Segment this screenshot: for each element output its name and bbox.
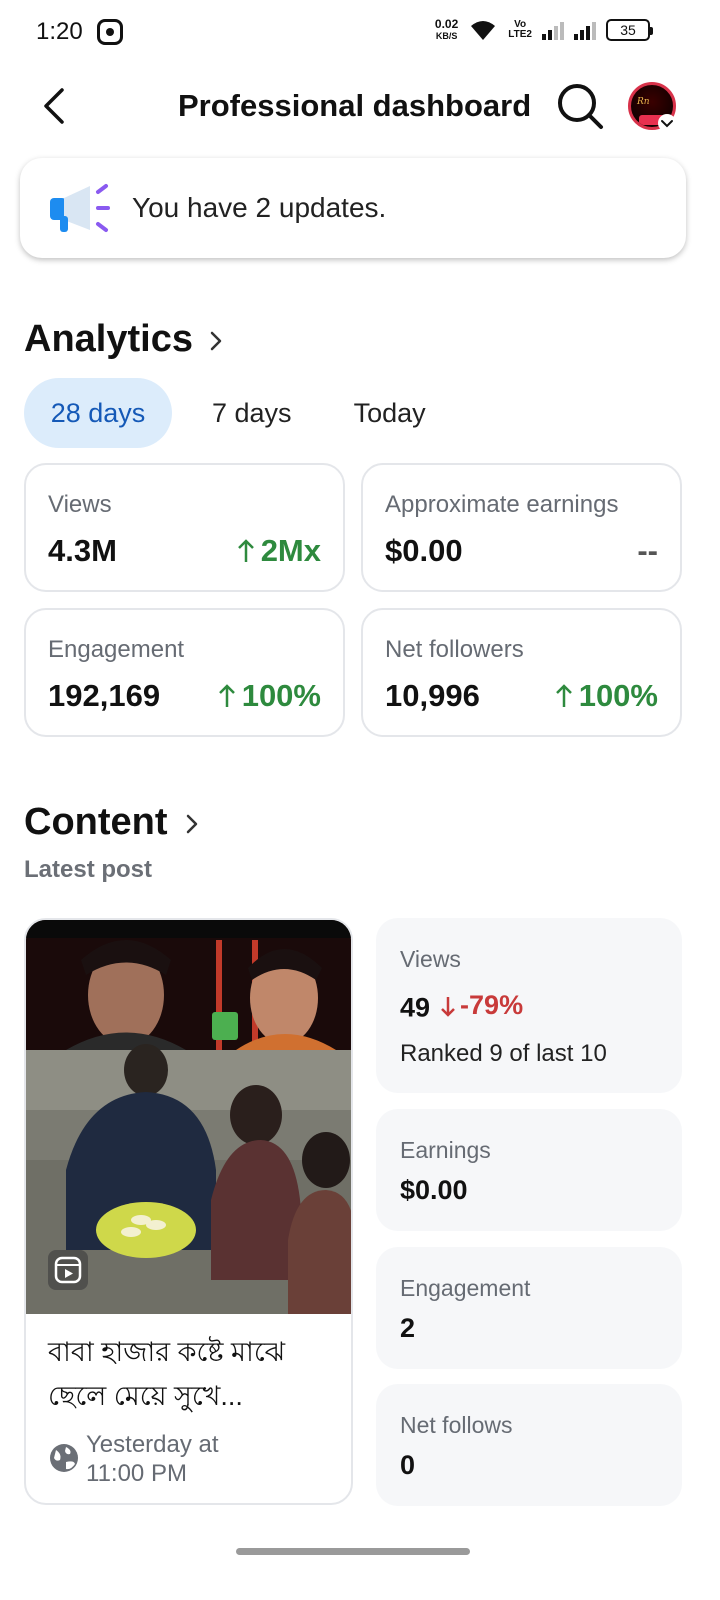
stat-rank: Ranked 9 of last 10 (400, 1040, 607, 1067)
status-time: 1:20 (36, 18, 83, 45)
wifi-icon (471, 21, 496, 40)
post-stat-net-follows: Net follows 0 (376, 1384, 682, 1506)
stat-value-number: 49 (400, 992, 431, 1023)
megaphone-icon (50, 184, 110, 232)
stat-value: 0 (400, 1450, 416, 1480)
content-title[interactable]: Content (24, 801, 168, 844)
post-time-line2: 11:00 PM (86, 1460, 187, 1487)
stat-label: Net follows (400, 1412, 513, 1438)
tab-7-days[interactable]: 7 days (188, 378, 316, 448)
latest-post-card[interactable]: বাবা হাজার কষ্টে মাঝে ছেলে মেয়ে সুখে...… (24, 918, 353, 1505)
globe-icon (50, 1444, 78, 1472)
net-speed-value: 0.02 (434, 17, 459, 31)
stat-label: Engagement (400, 1275, 531, 1301)
stat-change: -79% (440, 990, 523, 1021)
stat-value: 2 (400, 1313, 416, 1343)
header: Professional dashboard Rn (0, 70, 720, 146)
metric-change: 100% (555, 678, 658, 714)
tab-today[interactable]: Today (330, 378, 450, 448)
signal-icon-2 (574, 20, 596, 40)
volte-icon: Vo LTE2 (508, 20, 532, 40)
back-arrow-icon[interactable] (36, 86, 76, 126)
metric-change-value: 100% (241, 678, 321, 713)
analytics-title[interactable]: Analytics (24, 318, 193, 361)
stat-label: Earnings (400, 1137, 491, 1163)
metric-card-engagement[interactable]: Engagement 192,169 100% (24, 608, 345, 737)
post-stat-engagement: Engagement 2 (376, 1247, 682, 1369)
metric-card-earnings[interactable]: Approximate earnings $0.00 -- (361, 463, 682, 592)
arrow-up-icon (237, 539, 254, 562)
battery-icon: 35 (606, 19, 653, 41)
metric-value: $0.00 (385, 533, 463, 568)
metric-card-views[interactable]: Views 4.3M 2Mx (24, 463, 345, 592)
updates-banner[interactable]: You have 2 updates. (20, 158, 686, 258)
status-bar: 1:20 0.02 KB/S Vo LTE2 35 (0, 0, 720, 64)
search-icon[interactable] (556, 82, 604, 130)
metric-change-value: 100% (578, 678, 658, 713)
stat-value: 49 -79% (400, 990, 523, 1024)
metric-change: -- (637, 533, 658, 568)
metric-label: Engagement (48, 636, 185, 663)
home-indicator[interactable] (236, 1548, 470, 1555)
metric-label: Net followers (385, 636, 524, 663)
post-time-line1: Yesterday at (86, 1431, 219, 1458)
chevron-down-icon[interactable] (658, 114, 676, 132)
page-title: Professional dashboard (178, 88, 532, 123)
post-stat-earnings: Earnings $0.00 (376, 1109, 682, 1231)
arrow-down-icon (441, 996, 455, 1017)
metric-change-value: 2Mx (260, 533, 321, 568)
date-range-tabs: 28 days 7 days Today (24, 378, 450, 448)
metric-change: 2Mx (237, 533, 321, 569)
stat-label: Views (400, 946, 461, 972)
metric-value: 10,996 (385, 678, 480, 713)
notification-app-icon (96, 19, 123, 45)
post-caption: বাবা হাজার কষ্টে মাঝে ছেলে মেয়ে সুখে... (48, 1337, 286, 1411)
metric-label: Views (48, 491, 112, 518)
arrow-up-icon (218, 684, 235, 707)
signal-icon-1 (542, 20, 564, 40)
avatar-logo: Rn (637, 97, 650, 107)
volte-bottom: LTE2 (508, 29, 532, 40)
metric-value: 4.3M (48, 533, 117, 568)
net-speed-unit: KB/S (435, 31, 458, 41)
arrow-up-icon (555, 684, 572, 707)
metric-card-net-followers[interactable]: Net followers 10,996 100% (361, 608, 682, 737)
stat-value: $0.00 (400, 1175, 468, 1205)
tab-28-days[interactable]: 28 days (24, 378, 172, 448)
chevron-right-icon[interactable] (182, 809, 202, 839)
net-speed: 0.02 KB/S (435, 18, 458, 42)
metric-label: Approximate earnings (385, 491, 619, 518)
post-time: Yesterday at 11:00 PM (86, 1430, 219, 1488)
metric-change: 100% (218, 678, 321, 714)
status-indicators: 0.02 KB/S Vo LTE2 35 (435, 18, 653, 42)
stat-change-value: -79% (460, 990, 524, 1020)
reels-icon (48, 1250, 88, 1290)
post-stat-views: Views 49 -79% Ranked 9 of last 10 (376, 918, 682, 1093)
battery-level: 35 (620, 22, 636, 38)
latest-post-label: Latest post (24, 856, 153, 883)
updates-text: You have 2 updates. (132, 192, 387, 223)
chevron-right-icon[interactable] (206, 326, 226, 356)
metric-value: 192,169 (48, 678, 161, 713)
